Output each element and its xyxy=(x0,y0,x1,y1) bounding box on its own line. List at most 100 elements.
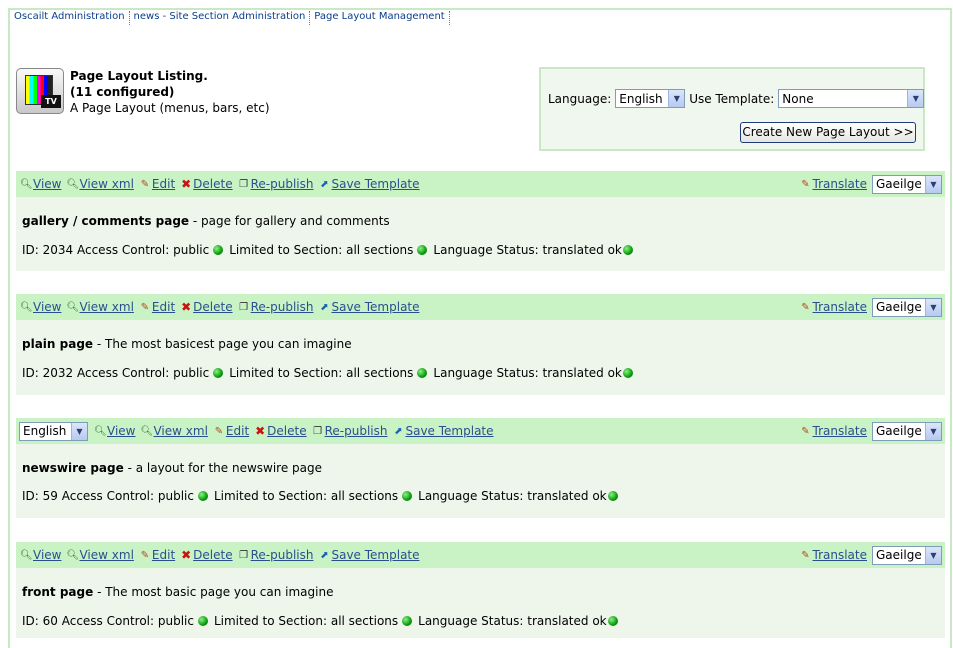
translate-language-select[interactable]: Gaeilge ▼ xyxy=(872,297,942,317)
entry-action-bar: 🔍︎ View 🔍︎ View xml ✎ Edit ✖ Delete ❐ Re-publ… xyxy=(16,171,945,197)
view-xml-link[interactable]: 🔍︎ View xml xyxy=(66,300,133,314)
status-dot-icon xyxy=(607,616,618,626)
entry-section: Limited to Section: all sections xyxy=(229,366,414,380)
entry-title: gallery / comments page - page for galle… xyxy=(22,213,390,229)
page-title: Page Layout Listing. xyxy=(70,69,208,83)
status-dot-icon xyxy=(213,368,224,378)
entry-title: front page - The most basic page you can… xyxy=(22,584,333,600)
entry-name: newswire page xyxy=(22,461,124,475)
edit-link[interactable]: ✎ Edit xyxy=(139,300,175,314)
view-xml-link[interactable]: 🔍︎ View xml xyxy=(66,177,133,191)
pencil-icon: ✎ xyxy=(801,425,810,437)
entry-section: Limited to Section: all sections xyxy=(213,614,399,628)
pencil-icon: ✎ xyxy=(214,425,224,437)
republish-link[interactable]: ❐ Re-publish xyxy=(238,177,313,191)
template-select-value: None xyxy=(782,91,814,106)
save-template-link[interactable]: ⬈ Save Template xyxy=(318,177,419,191)
translate-language-select[interactable]: Gaeilge ▼ xyxy=(872,545,942,565)
copy-pages-icon: ❐ xyxy=(239,549,249,561)
copy-pages-icon: ❐ xyxy=(313,425,323,437)
entry-language-status: Language Status: translated ok xyxy=(433,366,622,380)
pencil-icon: ✎ xyxy=(140,301,150,313)
save-template-link[interactable]: ⬈ Save Template xyxy=(318,548,419,562)
breadcrumb: Oscailt Administration news - Site Secti… xyxy=(12,11,450,25)
entry-title: plain page - The most basicest page you … xyxy=(22,336,352,352)
delete-link[interactable]: ✖ Delete xyxy=(180,548,232,562)
translate-language-select[interactable]: Gaeilge ▼ xyxy=(872,174,942,194)
status-dot-icon xyxy=(417,245,428,255)
entry-id-access: ID: 2034 Access Control: public xyxy=(22,243,210,257)
breadcrumb-oscailt-admin[interactable]: Oscailt Administration xyxy=(12,11,130,25)
page-subtitle: A Page Layout (menus, bars, etc) xyxy=(70,101,270,115)
view-xml-link[interactable]: 🔍︎ View xml xyxy=(140,424,207,438)
status-dot-icon xyxy=(622,245,633,255)
entry-meta: ID: 2034 Access Control: public Limited … xyxy=(22,242,639,258)
tv-label: TV xyxy=(41,95,61,108)
magnifier-icon: 🔍︎ xyxy=(20,549,33,561)
entry-section: Limited to Section: all sections xyxy=(213,489,399,503)
translate-link[interactable]: ✎ Translate xyxy=(800,424,867,438)
view-link[interactable]: 🔍︎ View xyxy=(20,548,61,562)
magnifier-icon: 🔍︎ xyxy=(140,425,154,437)
entry-description: - page for gallery and comments xyxy=(189,214,390,228)
edit-link[interactable]: ✎ Edit xyxy=(139,177,175,191)
save-template-link[interactable]: ⬈ Save Template xyxy=(318,300,419,314)
delete-x-icon: ✖ xyxy=(181,300,192,314)
tv-icon: TV xyxy=(16,68,64,114)
layout-entry: 🔍︎ View 🔍︎ View xml ✎ Edit ✖ Delete ❐ Re-publ… xyxy=(16,171,945,271)
view-link[interactable]: 🔍︎ View xyxy=(94,424,135,438)
template-select[interactable]: None ▼ xyxy=(778,89,925,108)
pencil-icon: ✎ xyxy=(801,301,810,313)
magnifier-icon: 🔍︎ xyxy=(66,301,80,313)
magnifier-icon: 🔍︎ xyxy=(94,425,107,437)
entry-meta: ID: 59 Access Control: public Limited to… xyxy=(22,488,624,504)
republish-link[interactable]: ❐ Re-publish xyxy=(238,300,313,314)
delete-link[interactable]: ✖ Delete xyxy=(254,424,306,438)
language-select[interactable]: English ▼ xyxy=(615,89,686,108)
delete-x-icon: ✖ xyxy=(181,177,192,191)
entry-section: Limited to Section: all sections xyxy=(229,243,414,257)
entry-language-status: Language Status: translated ok xyxy=(418,614,607,628)
status-dot-icon xyxy=(402,491,413,501)
republish-link[interactable]: ❐ Re-publish xyxy=(312,424,387,438)
edit-link[interactable]: ✎ Edit xyxy=(213,424,249,438)
language-select-value: English xyxy=(619,91,663,106)
translate-link[interactable]: ✎ Translate xyxy=(800,300,867,314)
delete-link[interactable]: ✖ Delete xyxy=(180,177,232,191)
view-link[interactable]: 🔍︎ View xyxy=(20,300,61,314)
language-label: Language: xyxy=(548,91,612,106)
translate-link[interactable]: ✎ Translate xyxy=(800,177,867,191)
entry-description: - The most basic page you can imagine xyxy=(93,585,334,599)
entry-language-status: Language Status: translated ok xyxy=(418,489,607,503)
copy-pages-icon: ❐ xyxy=(239,301,249,313)
magnifier-icon: 🔍︎ xyxy=(20,178,33,190)
translate-language-select[interactable]: Gaeilge ▼ xyxy=(872,421,942,441)
status-dot-icon xyxy=(197,491,208,501)
chevron-down-icon: ▼ xyxy=(925,546,941,564)
republish-link[interactable]: ❐ Re-publish xyxy=(238,548,313,562)
chevron-down-icon: ▼ xyxy=(925,422,941,440)
entry-language-status: Language Status: translated ok xyxy=(433,243,622,257)
language-row: Language: English ▼ Use Template: None ▼ xyxy=(548,89,925,108)
template-label: Use Template: xyxy=(689,91,775,106)
status-dot-icon xyxy=(622,368,633,378)
entry-meta: ID: 2032 Access Control: public Limited … xyxy=(22,365,639,381)
breadcrumb-page-layout-management[interactable]: Page Layout Management xyxy=(310,11,450,25)
view-xml-link[interactable]: 🔍︎ View xml xyxy=(66,548,133,562)
create-page-layout-button[interactable]: Create New Page Layout >> xyxy=(740,122,916,143)
delete-link[interactable]: ✖ Delete xyxy=(180,300,232,314)
breadcrumb-site-section-admin[interactable]: news - Site Section Administration xyxy=(130,11,311,25)
view-link[interactable]: 🔍︎ View xyxy=(20,177,61,191)
layout-entry: 🔍︎ View 🔍︎ View xml ✎ Edit ✖ Delete ❐ Re-publ… xyxy=(16,542,945,638)
entry-name: plain page xyxy=(22,337,94,351)
entry-id-access: ID: 60 Access Control: public xyxy=(22,614,194,628)
translate-link[interactable]: ✎ Translate xyxy=(800,548,867,562)
edit-link[interactable]: ✎ Edit xyxy=(139,548,175,562)
entry-title: newswire page - a layout for the newswir… xyxy=(22,460,322,476)
entry-language-select[interactable]: English ▼ xyxy=(19,421,88,441)
copy-pages-icon: ❐ xyxy=(239,178,249,190)
status-dot-icon xyxy=(213,245,224,255)
pencil-icon: ✎ xyxy=(140,549,150,561)
save-template-link[interactable]: ⬈ Save Template xyxy=(392,424,493,438)
chevron-down-icon: ▼ xyxy=(925,298,941,316)
